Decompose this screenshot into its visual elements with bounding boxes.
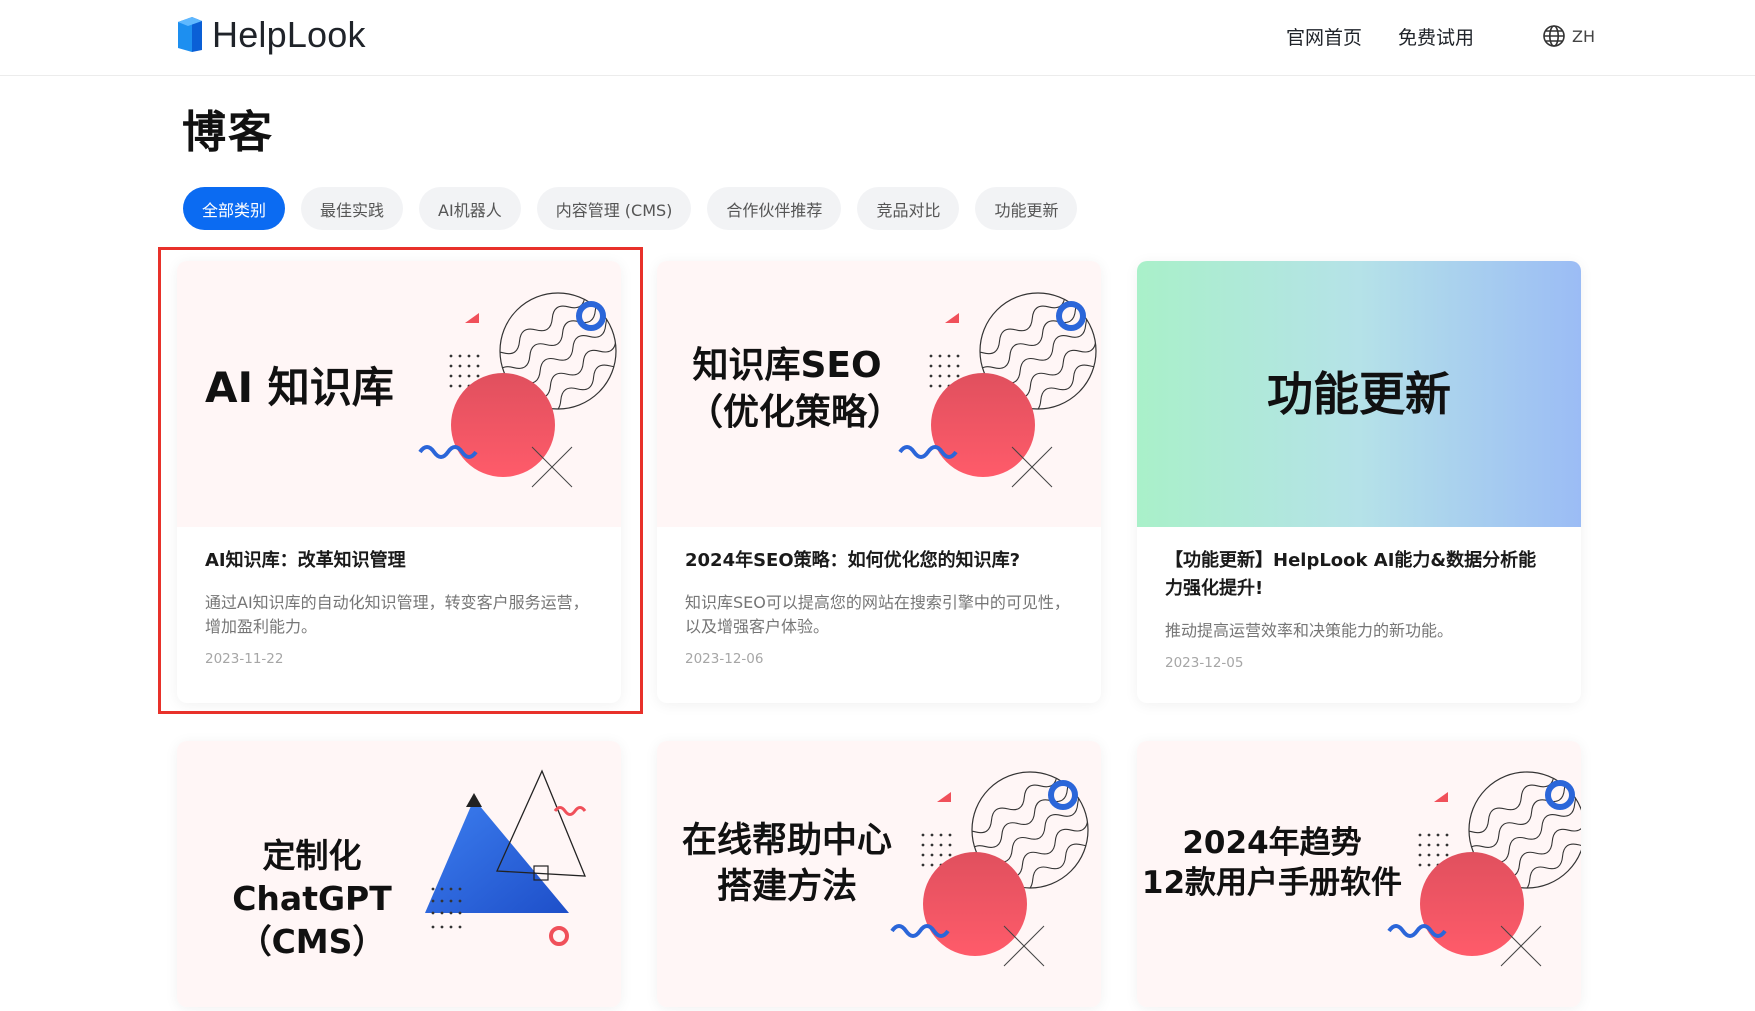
top-header: HelpLook 官网首页 免费试用 ZH xyxy=(0,0,1755,76)
card-date: 2023-11-22 xyxy=(205,651,284,667)
language-label: ZH xyxy=(1572,26,1595,46)
cover-heading-line-1: 在线帮助中心 xyxy=(681,821,892,861)
cover-heading: AI 知识库 xyxy=(205,363,394,412)
cover-heading-line-1: 定制化ChatGPT xyxy=(232,836,392,918)
card-date: 2023-12-05 xyxy=(1165,655,1244,671)
top-nav: 官网首页 免费试用 ZH xyxy=(1250,18,1595,54)
card-description: 通过AI知识库的自动化知识管理，转变客户服务运营，增加盈利能力。 xyxy=(205,593,589,636)
filter-feature-updates[interactable]: 功能更新 xyxy=(975,187,1078,230)
filter-partners[interactable]: 合作伙伴推荐 xyxy=(707,187,842,230)
nav-trial-link[interactable]: 免费试用 xyxy=(1398,23,1474,50)
cover-heading: 知识库SEO （优化策略） xyxy=(687,343,904,437)
cover-heading: 功能更新 xyxy=(1267,367,1451,421)
card-title[interactable]: 2024年SEO策略：如何优化您的知识库? xyxy=(685,547,1073,575)
language-switcher[interactable]: ZH xyxy=(1542,24,1595,48)
cover-heading-line-2: 12款用户手册软件 xyxy=(1141,865,1403,902)
blog-card-feature-update[interactable]: 功能更新 【功能更新】HelpLook AI能力&数据分析能力强化提升! 推动提… xyxy=(1137,261,1581,703)
card-cover-image: 功能更新 xyxy=(1137,261,1581,527)
card-title[interactable]: AI知识库：改革知识管理 xyxy=(205,547,593,575)
card-date: 2023-12-06 xyxy=(685,651,764,667)
card-description: 推动提高运营效率和决策能力的新功能。 xyxy=(1165,621,1454,640)
filter-cms[interactable]: 内容管理 (CMS) xyxy=(536,187,692,230)
helplook-logo-icon xyxy=(178,17,202,52)
cover-heading-line-2: 搭建方法 xyxy=(716,866,857,907)
filter-ai-bot[interactable]: AI机器人 xyxy=(419,187,521,230)
brand-name: HelpLook xyxy=(212,14,366,55)
blog-card-kb-seo[interactable]: 知识库SEO （优化策略） 2024年SEO策略：如何优化您的知识库? 知识库S… xyxy=(657,261,1101,703)
cover-heading: 定制化ChatGPT （CMS） xyxy=(187,835,437,964)
card-cover-image: 定制化ChatGPT （CMS） xyxy=(177,741,621,1007)
card-cover-image: 2024年趋势 12款用户手册软件 xyxy=(1137,741,1581,1007)
globe-icon xyxy=(1543,25,1565,47)
filter-comparison[interactable]: 竞品对比 xyxy=(857,187,960,230)
blog-card-ai-knowledge-base[interactable]: AI 知识库 AI知识库：改革知识管理 通过AI知识库的自动化知识管理，转变客户… xyxy=(177,261,621,703)
page-title: 博客 xyxy=(182,107,274,158)
cover-heading-line-2: （优化策略） xyxy=(687,391,904,433)
nav-home-link[interactable]: 官网首页 xyxy=(1286,23,1362,50)
cover-heading-line-1: 知识库SEO xyxy=(692,345,882,386)
card-cover-image: 在线帮助中心 搭建方法 xyxy=(657,741,1101,1007)
filter-all[interactable]: 全部类别 xyxy=(183,187,286,230)
cover-heading: 2024年趋势 12款用户手册软件 xyxy=(1137,823,1407,904)
card-cover-image: AI 知识库 xyxy=(177,261,621,527)
cover-heading-line-1: 2024年趋势 xyxy=(1182,825,1362,861)
helplook-logo[interactable]: HelpLook xyxy=(174,12,366,58)
blog-card-help-center[interactable]: 在线帮助中心 搭建方法 xyxy=(657,741,1101,1007)
card-description: 知识库SEO可以提高您的网站在搜索引擎中的可见性，以及增强客户体验。 xyxy=(685,593,1070,636)
cover-heading-line-2: （CMS） xyxy=(238,921,386,961)
cover-heading: 在线帮助中心 搭建方法 xyxy=(667,819,907,910)
card-cover-image: 知识库SEO （优化策略） xyxy=(657,261,1101,527)
blog-card-2024-trends[interactable]: 2024年趋势 12款用户手册软件 xyxy=(1137,741,1581,1007)
category-filter-bar: 全部类别 最佳实践 AI机器人 内容管理 (CMS) 合作伙伴推荐 竞品对比 功… xyxy=(183,187,1093,230)
filter-best-practices[interactable]: 最佳实践 xyxy=(301,187,404,230)
card-title[interactable]: 【功能更新】HelpLook AI能力&数据分析能力强化提升! xyxy=(1165,547,1553,603)
blog-card-custom-chatgpt[interactable]: 定制化ChatGPT （CMS） xyxy=(177,741,621,1007)
